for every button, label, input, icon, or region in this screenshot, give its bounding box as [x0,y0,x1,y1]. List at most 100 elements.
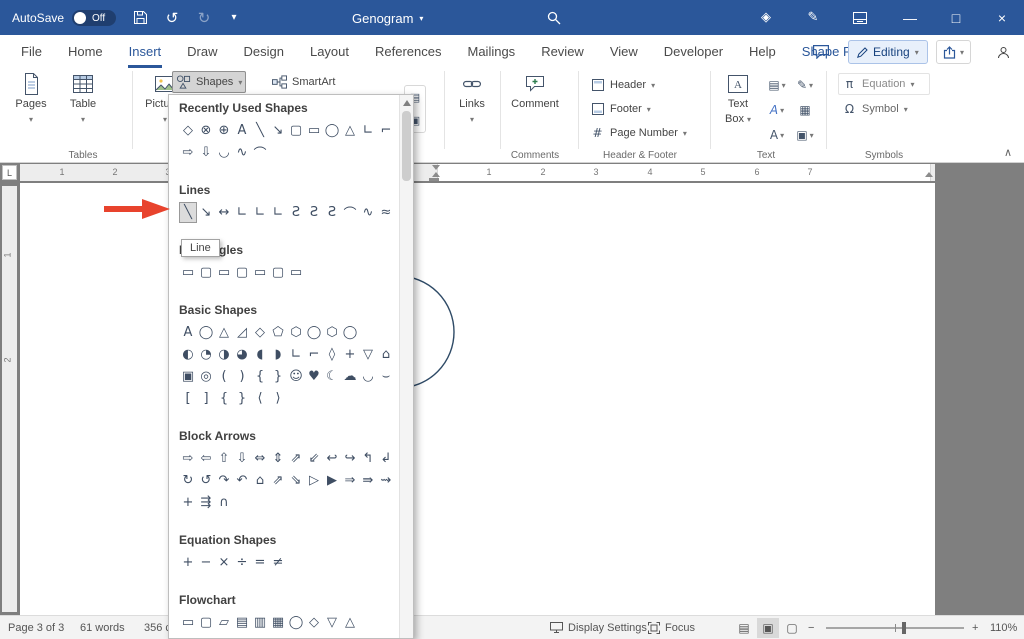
shape-item[interactable]: ⇨ [179,448,197,469]
shape-item[interactable]: ↔ [215,202,233,223]
shape-item[interactable]: ⊗ [215,634,233,638]
shape-item[interactable]: ↘ [197,202,215,223]
h-ruler[interactable]: 1231234567 [20,164,935,181]
redo-button[interactable]: ↻ [190,0,218,35]
shape-item[interactable]: ∩ [215,492,233,513]
shape-item[interactable]: △ [341,612,359,633]
page-number-button[interactable]: # Page Number ▾ [586,122,691,144]
shape-item[interactable]: ∟ [233,202,251,223]
shape-item[interactable]: ◇ [287,634,305,638]
shape-item[interactable]: ☾ [323,366,341,387]
zoom-slider-thumb[interactable] [902,622,906,634]
shape-item[interactable]: △ [215,322,233,343]
shape-item[interactable]: ▢ [269,262,287,283]
shape-item[interactable]: ⇶ [197,492,215,513]
shape-item[interactable]: ⊗ [197,120,215,141]
tab-view[interactable]: View [597,35,651,68]
zoom-level[interactable]: 110% [990,616,1017,639]
shape-item[interactable]: Ƨ [305,202,323,223]
zoom-slider[interactable] [826,627,964,629]
shape-item[interactable]: ▢ [197,262,215,283]
shape-item[interactable]: ↩ [323,448,341,469]
shapes-menu-scrollbar[interactable] [399,95,413,638]
shape-item[interactable]: ▢ [287,120,305,141]
shape-item[interactable]: ⌂ [377,344,395,365]
shape-item[interactable]: ╲ [251,120,269,141]
shape-item[interactable]: } [233,388,251,409]
shape-item[interactable]: ▷ [305,470,323,491]
shape-item[interactable]: ☁ [341,366,359,387]
shape-item[interactable]: ▢ [197,612,215,633]
tab-insert[interactable]: Insert [116,35,175,68]
shape-item[interactable]: ⟩ [269,388,287,409]
shape-item[interactable]: ☺ [287,366,305,387]
shape-item[interactable]: ∟ [251,202,269,223]
sketch-diamond-icon[interactable]: ◈ [752,0,780,35]
shape-item[interactable]: ) [233,366,251,387]
tab-mailings[interactable]: Mailings [455,35,529,68]
shape-item[interactable]: ∟ [359,120,377,141]
zoom-in-button[interactable]: + [972,616,978,639]
maximize-button[interactable]: □ [934,0,978,35]
undo-button[interactable]: ↺ [158,0,186,35]
shape-item[interactable]: ▭ [287,262,305,283]
tab-stop-selector[interactable]: L [2,165,17,180]
shape-item[interactable]: ◇ [305,612,323,633]
wordart-button[interactable]: A▾ [764,99,790,121]
shape-item[interactable]: ◯ [287,612,305,633]
ribbon-display-options-icon[interactable] [846,0,874,35]
shape-item[interactable]: ⇛ [359,470,377,491]
shape-item[interactable]: + [341,344,359,365]
web-layout-button[interactable]: ▢ [781,618,803,638]
shape-item[interactable]: ◇ [251,322,269,343]
hanging-indent-marker[interactable] [432,172,440,177]
shape-item[interactable]: ↪ [341,448,359,469]
shape-item[interactable]: ▱ [215,612,233,633]
shape-item[interactable]: ⌐ [377,120,395,141]
shape-item[interactable]: ◖ [251,344,269,365]
shape-item[interactable]: △ [341,120,359,141]
shape-item[interactable]: ↶ [233,470,251,491]
shape-item[interactable]: ≈ [377,202,395,223]
char-count[interactable]: 356 c [144,616,171,639]
shape-item[interactable]: ⇒ [341,470,359,491]
shape-item[interactable]: ⬠ [269,322,287,343]
shape-item[interactable]: ⇗ [269,470,287,491]
tab-help[interactable]: Help [736,35,789,68]
shape-item[interactable]: ◯ [341,322,359,343]
signature-line-button[interactable]: ✎▾ [792,74,818,96]
shape-item[interactable]: ↲ [377,448,395,469]
shape-item[interactable]: ⇘ [287,470,305,491]
shape-item[interactable]: A [233,120,251,141]
tab-file[interactable]: File [8,35,55,68]
minimize-button[interactable]: — [888,0,932,35]
first-line-indent-marker[interactable] [432,165,440,170]
shape-item[interactable]: Ƨ [287,202,305,223]
shape-item[interactable]: ⇧ [215,448,233,469]
text-box-button[interactable]: A Text Box ▾ [716,72,760,126]
shape-item[interactable]: ⇔ [251,448,269,469]
shape-item[interactable]: ▽ [359,344,377,365]
shape-item[interactable]: [ [179,388,197,409]
tab-layout[interactable]: Layout [297,35,362,68]
shape-item[interactable]: = [251,552,269,573]
shape-item[interactable]: ∿ [359,202,377,223]
shape-item[interactable]: ↺ [197,470,215,491]
tab-home[interactable]: Home [55,35,116,68]
save-button[interactable] [126,0,154,35]
quick-parts-button[interactable]: ▤▾ [764,74,790,96]
comment-button[interactable]: Comment [506,72,564,111]
comments-button[interactable] [808,40,834,64]
document-page[interactable] [20,183,935,615]
smartart-button[interactable]: SmartArt [268,71,339,93]
shape-item[interactable]: ◇ [179,120,197,141]
zoom-out-button[interactable]: − [808,616,814,639]
shape-item[interactable]: △ [323,634,341,638]
shape-item[interactable]: − [197,552,215,573]
shape-item[interactable]: ◁ [341,634,359,638]
shape-item[interactable]: ↷ [215,470,233,491]
shape-item[interactable]: ▭ [305,120,323,141]
shape-item[interactable]: ◫ [359,634,377,638]
tab-draw[interactable]: Draw [174,35,230,68]
shapes-button[interactable]: Shapes ▾ [172,71,246,93]
